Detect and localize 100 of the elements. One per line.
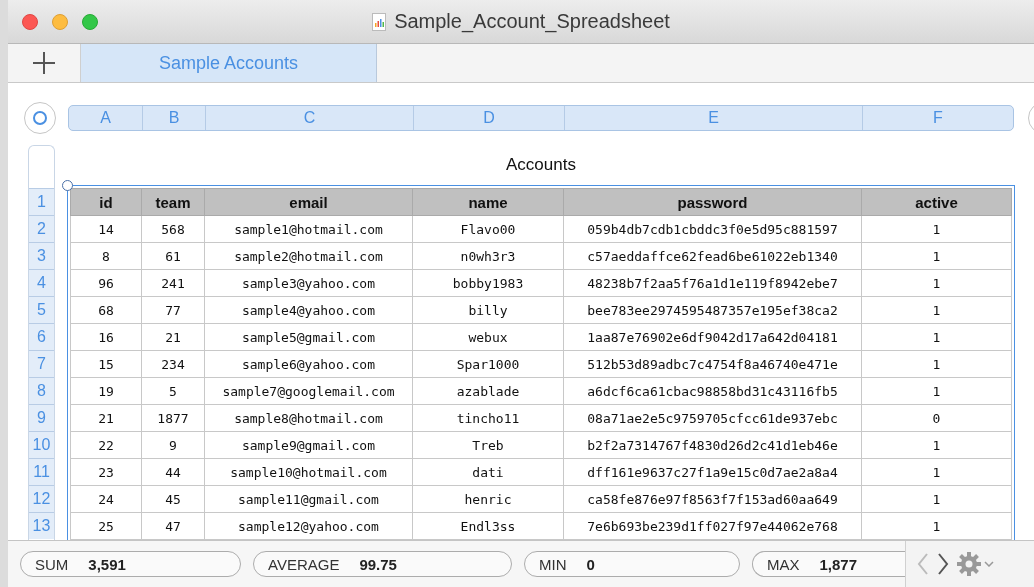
table-cell: billy bbox=[412, 296, 564, 324]
stat-value: 0 bbox=[586, 555, 595, 573]
table-cell: b2f2a7314767f4830d26d2c41d1eb46e bbox=[563, 431, 862, 459]
caret-icon bbox=[984, 561, 994, 567]
column-letter[interactable]: E bbox=[565, 106, 863, 130]
table-cell: 47 bbox=[141, 512, 205, 540]
table-title: Accounts bbox=[506, 155, 576, 175]
table-cell: 1aa87e76902e6df9042d17a642d04181 bbox=[563, 323, 862, 351]
table-cell: sample4@yahoo.com bbox=[204, 296, 413, 324]
table-cell: bee783ee2974595487357e195ef38ca2 bbox=[563, 296, 862, 324]
row-number[interactable]: 4 bbox=[29, 269, 54, 296]
row-number[interactable]: 12 bbox=[29, 485, 54, 512]
table-cell: azablade bbox=[412, 377, 564, 405]
row-number[interactable]: 3 bbox=[29, 242, 54, 269]
select-all-button[interactable] bbox=[24, 102, 56, 134]
table-cell: sample3@yahoo.com bbox=[204, 269, 413, 297]
table-cell: sample11@gmail.com bbox=[204, 485, 413, 513]
table-cell: 1 bbox=[861, 242, 1012, 270]
minimize-button[interactable] bbox=[52, 13, 68, 30]
table-cell: 7e6b693be239d1ff027f97e44062e768 bbox=[563, 512, 862, 540]
column-letter[interactable]: F bbox=[863, 106, 1013, 130]
table-cell: sample6@yahoo.com bbox=[204, 350, 413, 378]
table-cell: 1 bbox=[861, 215, 1012, 243]
previous-button[interactable] bbox=[916, 552, 930, 576]
table-cell: sample10@hotmail.com bbox=[204, 458, 413, 486]
table-cell: dff161e9637c27f1a9e15c0d7ae2a8a4 bbox=[563, 458, 862, 486]
stat-value: 99.75 bbox=[359, 555, 397, 573]
table-cell: sample2@hotmail.com bbox=[204, 242, 413, 270]
table-cell: 1 bbox=[861, 269, 1012, 297]
table-cell: 1 bbox=[861, 512, 1012, 540]
table-cell: ca58fe876e97f8563f7f153ad60aa649 bbox=[563, 485, 862, 513]
table-cell: 25 bbox=[70, 512, 142, 540]
table-cell: 15 bbox=[70, 350, 142, 378]
table-cell: sample8@hotmail.com bbox=[204, 404, 413, 432]
row-number[interactable]: 5 bbox=[29, 296, 54, 323]
row-number[interactable]: 11 bbox=[29, 458, 54, 485]
table-cell: Spar1000 bbox=[412, 350, 564, 378]
table-cell: 24 bbox=[70, 485, 142, 513]
table-cell: webux bbox=[412, 323, 564, 351]
row-number[interactable]: 8 bbox=[29, 377, 54, 404]
row-number[interactable]: 1 bbox=[29, 188, 54, 215]
window-title: Sample_Account_Spreadsheet bbox=[394, 10, 670, 33]
table-cell: 21 bbox=[141, 323, 205, 351]
table-cell: 241 bbox=[141, 269, 205, 297]
column-letter[interactable]: A bbox=[69, 106, 143, 130]
table-cell: sample1@hotmail.com bbox=[204, 215, 413, 243]
row-number[interactable]: 10 bbox=[29, 431, 54, 458]
row-number[interactable]: 13 bbox=[29, 512, 54, 539]
table-cell: 1 bbox=[861, 377, 1012, 405]
column-letter[interactable]: D bbox=[414, 106, 565, 130]
table-cell: dati bbox=[412, 458, 564, 486]
column-header: team bbox=[141, 188, 205, 216]
table-cell: 77 bbox=[141, 296, 205, 324]
table-cell: 5 bbox=[141, 377, 205, 405]
close-button[interactable] bbox=[22, 13, 38, 30]
column-letter[interactable]: B bbox=[143, 106, 206, 130]
table-cell: sample5@gmail.com bbox=[204, 323, 413, 351]
column-header: email bbox=[204, 188, 413, 216]
row-number[interactable]: 7 bbox=[29, 350, 54, 377]
settings-button[interactable] bbox=[956, 551, 994, 577]
plus-icon bbox=[32, 51, 56, 75]
table-cell: 23 bbox=[70, 458, 142, 486]
table-cell: 1 bbox=[861, 458, 1012, 486]
table-cell: 1 bbox=[861, 431, 1012, 459]
table-cell: 568 bbox=[141, 215, 205, 243]
row-number[interactable]: 9 bbox=[29, 404, 54, 431]
table-cell: c57aeddaffce62fead6be61022eb1340 bbox=[563, 242, 862, 270]
table-cell: 96 bbox=[70, 269, 142, 297]
table-cell: bobby1983 bbox=[412, 269, 564, 297]
table-cell: 8 bbox=[70, 242, 142, 270]
row-number[interactable]: 2 bbox=[29, 215, 54, 242]
table-cell: 059b4db7cdb1cbddc3f0e5d95c881597 bbox=[563, 215, 862, 243]
spreadsheet-icon bbox=[372, 12, 387, 31]
table-cell: sample9@gmail.com bbox=[204, 431, 413, 459]
column-header: password bbox=[563, 188, 862, 216]
table-cell: 14 bbox=[70, 215, 142, 243]
column-letter[interactable]: C bbox=[206, 106, 414, 130]
table-cell: 1 bbox=[861, 485, 1012, 513]
table-cell: 1877 bbox=[141, 404, 205, 432]
stat-label: MIN bbox=[539, 555, 567, 573]
table-cell: 16 bbox=[70, 323, 142, 351]
table-cell: 1 bbox=[861, 296, 1012, 324]
table-cell: 19 bbox=[70, 377, 142, 405]
table-cell: n0wh3r3 bbox=[412, 242, 564, 270]
table-cell: 48238b7f2aa5f76a1d1e119f8942ebe7 bbox=[563, 269, 862, 297]
zoom-button[interactable] bbox=[82, 13, 98, 30]
next-button[interactable] bbox=[936, 552, 950, 576]
table-cell: 61 bbox=[141, 242, 205, 270]
table-cell: 08a71ae2e5c9759705cfcc61de937ebc bbox=[563, 404, 862, 432]
table-cell: 1 bbox=[861, 350, 1012, 378]
row-number[interactable]: 6 bbox=[29, 323, 54, 350]
stat-value: 3,591 bbox=[88, 555, 126, 573]
stat-value: 1,877 bbox=[819, 555, 858, 573]
column-header: id bbox=[70, 188, 142, 216]
sheet-tab[interactable]: Sample Accounts bbox=[81, 44, 377, 82]
table-cell: tincho11 bbox=[412, 404, 564, 432]
stat-label: AVERAGE bbox=[268, 555, 340, 573]
table-cell: Endl3ss bbox=[412, 512, 564, 540]
stat-label: SUM bbox=[35, 555, 69, 573]
column-header: active bbox=[861, 188, 1012, 216]
